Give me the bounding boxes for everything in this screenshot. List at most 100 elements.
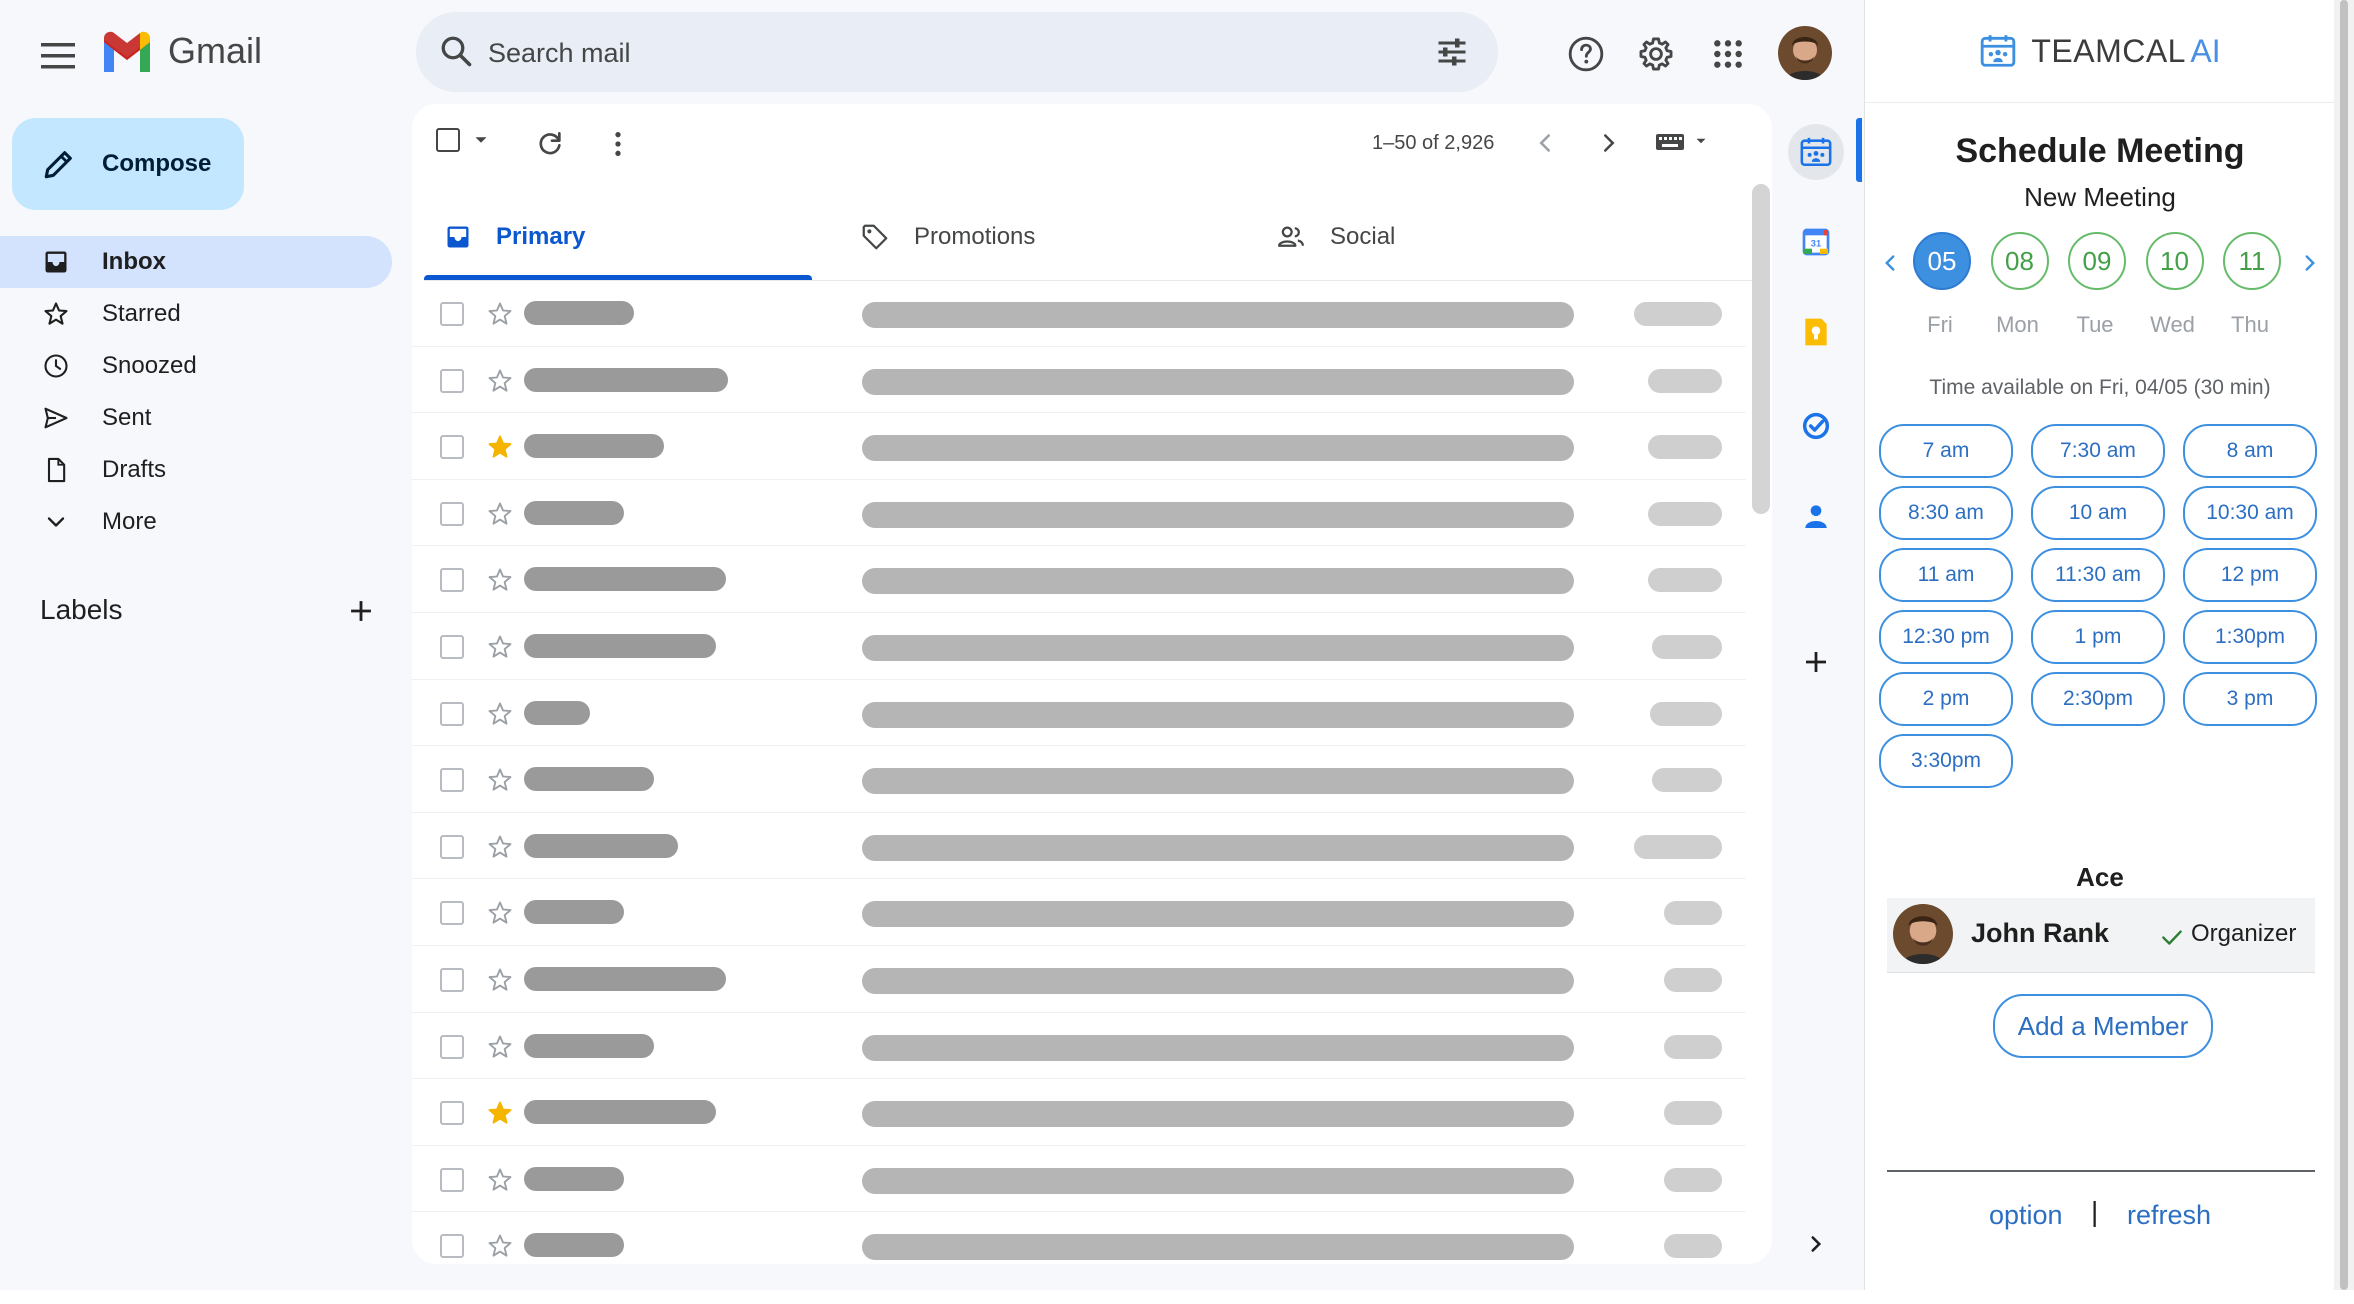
calendar-addon-button[interactable]: 31 bbox=[1788, 214, 1844, 270]
mail-row[interactable] bbox=[412, 413, 1746, 480]
date-chip[interactable]: 08 bbox=[1990, 232, 2049, 290]
search-icon[interactable] bbox=[438, 33, 474, 69]
older-page-button[interactable] bbox=[1594, 128, 1624, 158]
account-avatar[interactable] bbox=[1778, 26, 1832, 80]
tasks-addon-button[interactable] bbox=[1788, 398, 1844, 454]
input-tools-button[interactable] bbox=[1654, 128, 1710, 154]
time-slot-button[interactable]: 7 am bbox=[1879, 424, 2013, 478]
row-checkbox[interactable] bbox=[440, 368, 464, 393]
mail-row[interactable] bbox=[412, 879, 1746, 946]
sidebar-item-starred[interactable]: Starred bbox=[0, 288, 392, 340]
google-apps-button[interactable] bbox=[1704, 30, 1752, 78]
star-icon[interactable] bbox=[486, 433, 514, 461]
star-icon[interactable] bbox=[486, 1033, 514, 1061]
time-slot-button[interactable]: 8 am bbox=[2183, 424, 2317, 478]
option-link[interactable]: option bbox=[1989, 1200, 2063, 1231]
chevron-right-icon[interactable] bbox=[2297, 250, 2323, 276]
mail-row[interactable] bbox=[412, 746, 1746, 813]
search-input[interactable] bbox=[486, 30, 1390, 76]
mail-row[interactable] bbox=[412, 680, 1746, 747]
time-slot-button[interactable]: 11:30 am bbox=[2031, 548, 2165, 602]
sidebar-item-drafts[interactable]: Drafts bbox=[0, 444, 392, 496]
star-icon[interactable] bbox=[486, 566, 514, 594]
newer-page-button[interactable] bbox=[1530, 128, 1560, 158]
row-checkbox[interactable] bbox=[440, 568, 464, 593]
mail-row[interactable] bbox=[412, 1013, 1746, 1080]
hide-side-panel-button[interactable] bbox=[1788, 1216, 1844, 1272]
time-slot-button[interactable]: 10 am bbox=[2031, 486, 2165, 540]
star-icon[interactable] bbox=[486, 367, 514, 395]
contacts-addon-button[interactable] bbox=[1788, 488, 1844, 544]
support-button[interactable] bbox=[1562, 30, 1610, 78]
tab-primary[interactable]: Primary bbox=[424, 194, 812, 280]
date-chip[interactable]: 11 bbox=[2223, 232, 2281, 290]
create-label-button[interactable] bbox=[344, 594, 378, 628]
refresh-link[interactable]: refresh bbox=[2127, 1200, 2211, 1231]
date-chip[interactable]: 10 bbox=[2145, 232, 2204, 290]
page-scrollbar[interactable] bbox=[2340, 0, 2348, 1290]
add-member-button[interactable]: Add a Member bbox=[1993, 994, 2213, 1058]
row-checkbox[interactable] bbox=[440, 302, 464, 326]
time-slot-button[interactable]: 3:30pm bbox=[1879, 734, 2013, 788]
row-checkbox[interactable] bbox=[440, 634, 464, 659]
get-addons-button[interactable] bbox=[1788, 634, 1844, 690]
star-icon[interactable] bbox=[486, 500, 514, 528]
keep-addon-button[interactable] bbox=[1788, 304, 1844, 360]
row-checkbox[interactable] bbox=[440, 501, 464, 526]
search-bar[interactable] bbox=[416, 12, 1498, 92]
mail-row[interactable] bbox=[412, 813, 1746, 880]
row-checkbox[interactable] bbox=[440, 1234, 464, 1259]
teamcal-addon-button[interactable] bbox=[1788, 124, 1844, 180]
mail-row[interactable] bbox=[412, 1146, 1746, 1213]
more-actions-button[interactable] bbox=[602, 128, 634, 160]
time-slot-button[interactable]: 12 pm bbox=[2183, 548, 2317, 602]
mail-list-scrollbar[interactable] bbox=[1752, 184, 1770, 514]
gmail-logo[interactable]: Gmail bbox=[100, 30, 262, 72]
time-slot-button[interactable]: 1 pm bbox=[2031, 610, 2165, 664]
time-slot-button[interactable]: 8:30 am bbox=[1879, 486, 2013, 540]
star-icon[interactable] bbox=[486, 700, 514, 728]
row-checkbox[interactable] bbox=[440, 768, 464, 793]
sidebar-item-snoozed[interactable]: Snoozed bbox=[0, 340, 392, 392]
select-all-button[interactable] bbox=[436, 128, 492, 152]
row-checkbox[interactable] bbox=[440, 901, 464, 926]
row-checkbox[interactable] bbox=[440, 834, 464, 859]
caret-down-icon[interactable] bbox=[470, 129, 492, 151]
mail-row[interactable] bbox=[412, 347, 1746, 414]
search-options-icon[interactable] bbox=[1434, 34, 1470, 70]
time-slot-button[interactable]: 2 pm bbox=[1879, 672, 2013, 726]
time-slot-button[interactable]: 1:30pm bbox=[2183, 610, 2317, 664]
mail-row[interactable] bbox=[412, 480, 1746, 547]
row-checkbox[interactable] bbox=[440, 701, 464, 726]
row-checkbox[interactable] bbox=[440, 1034, 464, 1059]
date-chip[interactable]: 09 bbox=[2068, 232, 2126, 290]
main-menu-button[interactable] bbox=[30, 28, 86, 84]
row-checkbox[interactable] bbox=[440, 967, 464, 992]
mail-row[interactable] bbox=[412, 613, 1746, 680]
tab-social[interactable]: Social bbox=[1256, 194, 1644, 280]
time-slot-button[interactable]: 2:30pm bbox=[2031, 672, 2165, 726]
star-icon[interactable] bbox=[486, 300, 514, 328]
sidebar-item-inbox[interactable]: Inbox bbox=[0, 236, 392, 288]
time-slot-button[interactable]: 10:30 am bbox=[2183, 486, 2317, 540]
row-checkbox[interactable] bbox=[440, 1101, 464, 1126]
sidebar-item-more[interactable]: More bbox=[0, 496, 392, 548]
tab-promotions[interactable]: Promotions bbox=[840, 194, 1228, 280]
star-icon[interactable] bbox=[486, 1099, 514, 1127]
date-chip[interactable]: 05 bbox=[1913, 232, 1971, 290]
mail-row[interactable] bbox=[412, 1212, 1746, 1264]
star-icon[interactable] bbox=[486, 899, 514, 927]
mail-row[interactable] bbox=[412, 546, 1746, 613]
star-icon[interactable] bbox=[486, 1232, 514, 1260]
star-icon[interactable] bbox=[486, 966, 514, 994]
sidebar-item-sent[interactable]: Sent bbox=[0, 392, 392, 444]
mail-row[interactable] bbox=[412, 946, 1746, 1013]
star-icon[interactable] bbox=[486, 766, 514, 794]
star-icon[interactable] bbox=[486, 633, 514, 661]
time-slot-button[interactable]: 12:30 pm bbox=[1879, 610, 2013, 664]
time-slot-button[interactable]: 7:30 am bbox=[2031, 424, 2165, 478]
settings-button[interactable] bbox=[1632, 30, 1680, 78]
star-icon[interactable] bbox=[486, 833, 514, 861]
mail-row[interactable] bbox=[412, 1079, 1746, 1146]
time-slot-button[interactable]: 3 pm bbox=[2183, 672, 2317, 726]
